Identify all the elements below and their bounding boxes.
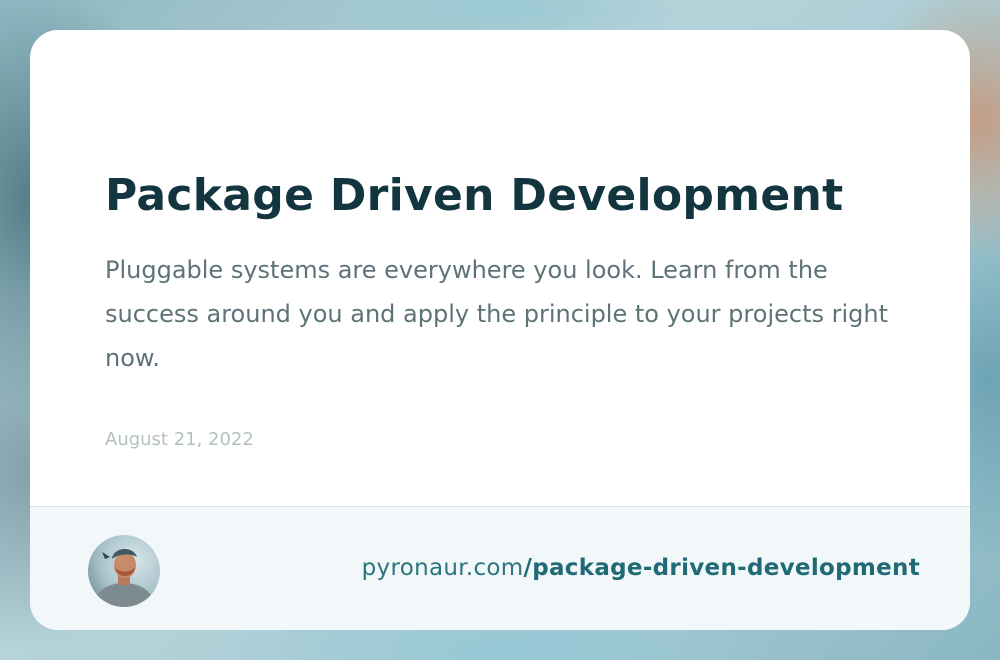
avatar-photo-icon (88, 535, 160, 607)
post-date: August 21, 2022 (105, 429, 254, 450)
card-footer: pyronaur.com/package-driven-development (30, 506, 970, 630)
card-body: Package Driven Development Pluggable sys… (30, 30, 970, 506)
post-title: Package Driven Development (105, 170, 844, 221)
post-card: Package Driven Development Pluggable sys… (30, 30, 970, 630)
post-description: Pluggable systems are everywhere you loo… (105, 256, 888, 372)
post-url-link[interactable]: pyronaur.com/package-driven-development (362, 555, 920, 581)
author-avatar (88, 535, 160, 607)
url-domain: pyronaur.com (361, 555, 524, 581)
url-path: /package-driven-development (523, 555, 920, 581)
